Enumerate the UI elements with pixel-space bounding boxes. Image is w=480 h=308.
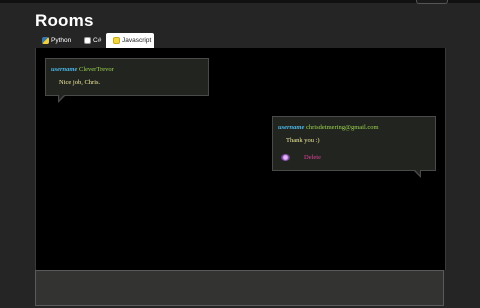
message-bubble: username CleverTrevor Nice job, Chris. [45, 58, 209, 96]
tab-python[interactable]: Python [42, 33, 71, 48]
top-bar-button[interactable] [416, 0, 448, 4]
username-label: username [278, 124, 305, 131]
message-header: username chrisdetmering@gmail.com [278, 124, 379, 131]
delete-button[interactable]: Delete [304, 154, 321, 161]
message-bubble: username chrisdetmering@gmail.com Thank … [272, 116, 436, 171]
bubble-tail [58, 95, 65, 103]
edit-icon[interactable] [281, 154, 290, 161]
tab-label: Python [51, 37, 72, 44]
tab-csharp[interactable]: C# [84, 33, 101, 48]
browser-top-bar [0, 0, 480, 4]
tab-label: C# [93, 37, 102, 44]
message-actions: Delete [281, 154, 321, 161]
username-label: username [51, 66, 78, 73]
page-title: Rooms [35, 11, 94, 30]
username: chrisdetmering@gmail.com [306, 124, 379, 131]
python-icon [42, 37, 49, 44]
chat-panel: username CleverTrevor Nice job, Chris. u… [35, 48, 446, 270]
javascript-icon [113, 37, 120, 44]
message-header: username CleverTrevor [51, 66, 114, 73]
message-input[interactable] [35, 270, 444, 306]
tab-label: Javascript [122, 37, 152, 44]
message-text: Thank you :) [286, 137, 320, 144]
message-text: Nice job, Chris. [59, 79, 101, 86]
username: CleverTrevor [79, 66, 114, 73]
tab-javascript[interactable]: Javascript [106, 33, 154, 48]
bubble-tail [414, 170, 421, 178]
csharp-icon [84, 37, 91, 44]
